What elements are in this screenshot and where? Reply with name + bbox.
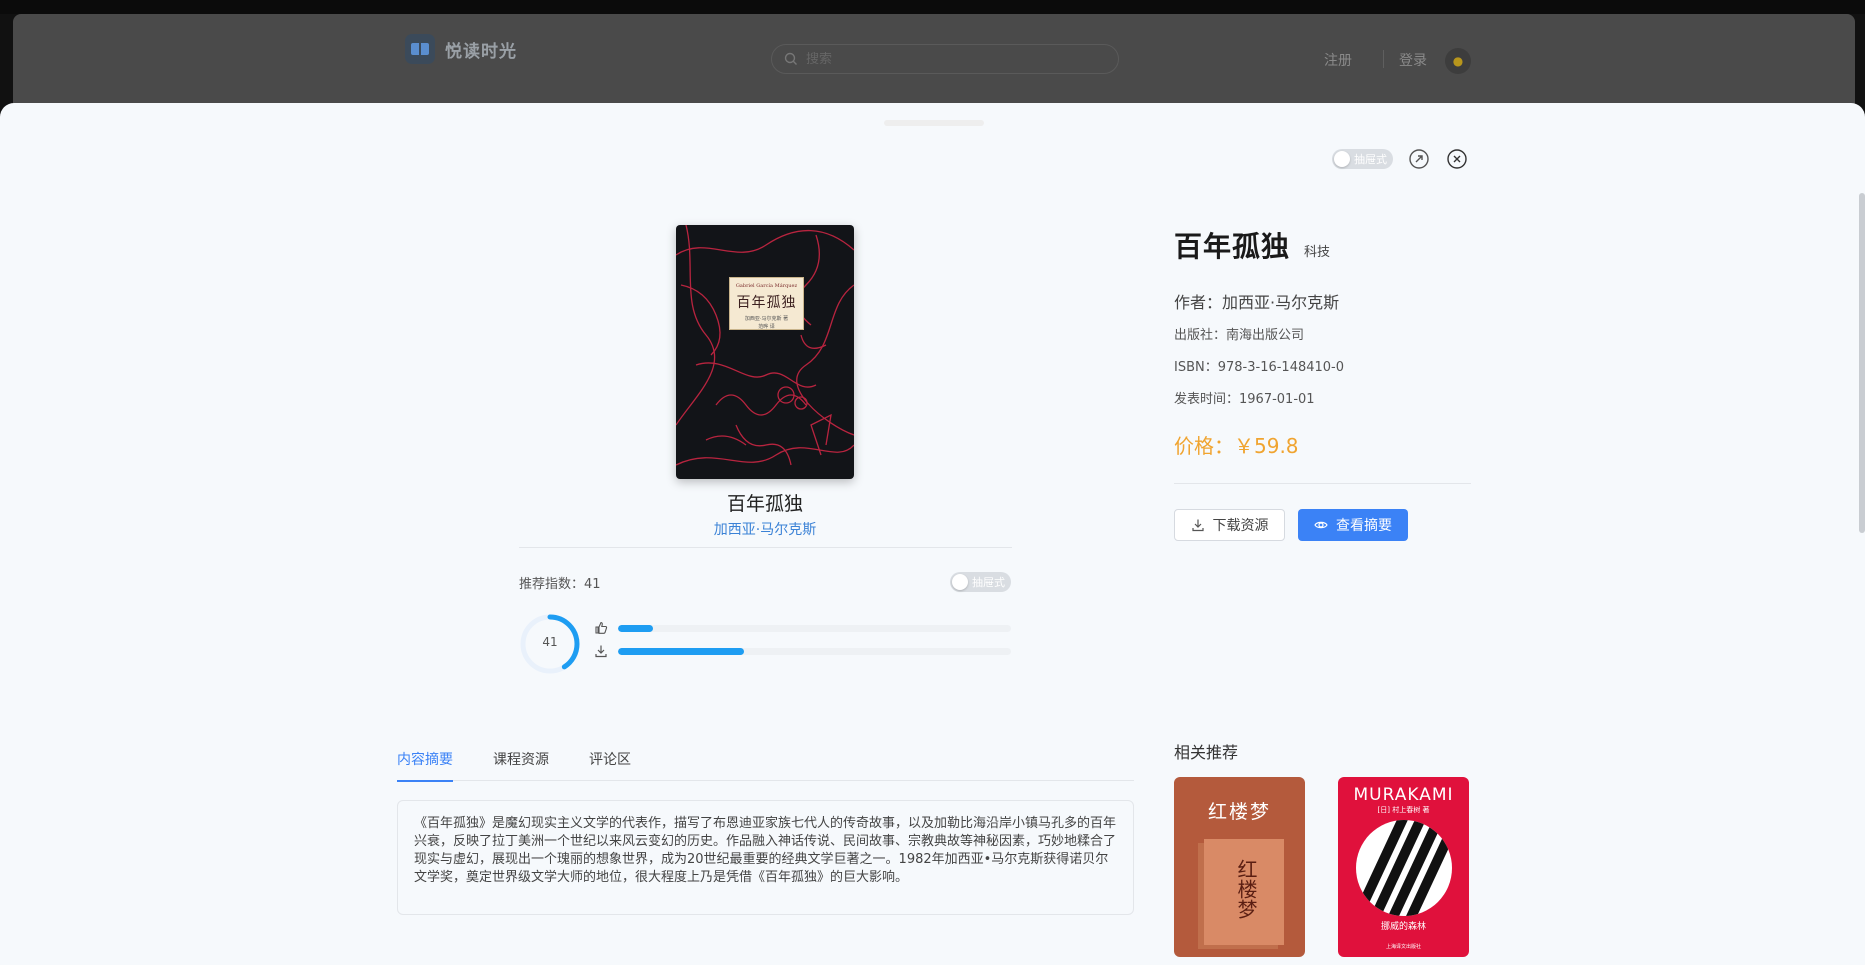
related-book-card[interactable]: MURAKAMI [日] 村上春树 著 挪威的森林 上海译文出版社 bbox=[1338, 777, 1469, 957]
download-icon bbox=[1191, 519, 1204, 532]
cover-translator: 范晔 译 bbox=[758, 324, 775, 330]
downloads-bar-row bbox=[594, 644, 1011, 658]
recommend-index-label: 推荐指数：41 bbox=[519, 577, 601, 592]
tab-course-resources[interactable]: 课程资源 bbox=[493, 749, 549, 780]
toggle-knob bbox=[1334, 151, 1350, 167]
tab-summary[interactable]: 内容摘要 bbox=[397, 749, 453, 782]
publisher-line: 出版社：南海出版公司 bbox=[1174, 328, 1305, 343]
content-tabs: 内容摘要 课程资源 评论区 bbox=[397, 739, 1134, 782]
book-title: 百年孤独 bbox=[726, 493, 803, 515]
related-book-title: MURAKAMI bbox=[1353, 785, 1454, 805]
related-book-name: 挪威的森林 bbox=[1380, 922, 1426, 932]
cover-pattern bbox=[676, 225, 854, 466]
nav-divider bbox=[1383, 50, 1384, 68]
book-detail-modal: 抽屉式 Gabriel García Márquez 百年孤独 加西亚·马尔克斯… bbox=[0, 103, 1865, 965]
thumbs-up-icon bbox=[595, 621, 608, 634]
related-book-publisher: 上海译文出版社 bbox=[1385, 944, 1421, 950]
toggle-label: 抽屉式 bbox=[972, 576, 1005, 589]
related-book-title: 红楼梦 bbox=[1207, 801, 1271, 823]
author-line: 作者：加西亚·马尔克斯 bbox=[1174, 293, 1340, 312]
drawer-mode-toggle[interactable]: 抽屉式 bbox=[1332, 149, 1393, 169]
related-book-card[interactable]: 红楼梦 红楼梦 bbox=[1174, 777, 1305, 957]
book-heading: 百年孤独 科技 bbox=[1174, 225, 1330, 265]
cover-title-plate: Gabriel García Márquez 百年孤独 加西亚·马尔克斯 著 范… bbox=[729, 277, 804, 330]
price: 价格：￥59.8 bbox=[1174, 434, 1299, 458]
app-header: 悦读时光 注册 登录 ● bbox=[13, 14, 1855, 114]
login-link[interactable]: 登录 bbox=[1399, 50, 1427, 70]
related-heading: 相关推荐 bbox=[1174, 743, 1239, 762]
summary-text: 《百年孤独》是魔幻现实主义文学的代表作，描写了布恩迪亚家族七代人的传奇故事，以及… bbox=[397, 800, 1134, 915]
download-resource-button[interactable]: 下载资源 bbox=[1174, 509, 1285, 541]
view-summary-label: 查看摘要 bbox=[1336, 518, 1392, 534]
book-cover: Gabriel García Márquez 百年孤独 加西亚·马尔克斯 著 范… bbox=[676, 225, 854, 479]
book-heading-title: 百年孤独 bbox=[1174, 230, 1291, 263]
drag-handle[interactable] bbox=[884, 120, 984, 126]
book-author-link[interactable]: 加西亚·马尔克斯 bbox=[620, 519, 910, 539]
theme-toggle-button[interactable]: ● bbox=[1445, 48, 1471, 74]
download-icon bbox=[595, 645, 607, 658]
likes-bar bbox=[618, 624, 1011, 632]
divider bbox=[519, 547, 1012, 548]
close-icon[interactable] bbox=[1446, 148, 1468, 170]
download-resource-label: 下载资源 bbox=[1212, 518, 1269, 534]
search-icon bbox=[784, 52, 797, 65]
cover-title: 百年孤独 bbox=[736, 295, 797, 311]
open-external-icon[interactable] bbox=[1408, 148, 1430, 170]
publish-date-line: 发表时间：1967-01-01 bbox=[1174, 392, 1315, 407]
downloads-bar-fill bbox=[618, 647, 744, 655]
divider bbox=[1174, 483, 1471, 484]
eye-icon bbox=[1314, 521, 1328, 529]
window-top-edge bbox=[0, 0, 1865, 14]
search-box[interactable] bbox=[771, 44, 1119, 74]
book-logo-icon bbox=[405, 34, 435, 64]
cover-author-cn: 加西亚·马尔克斯 著 bbox=[744, 316, 789, 322]
register-link[interactable]: 注册 bbox=[1324, 50, 1352, 70]
likes-bar-row bbox=[594, 621, 1011, 635]
downloads-bar bbox=[618, 647, 1011, 655]
scrollbar[interactable] bbox=[1859, 193, 1865, 533]
cover-author-en: Gabriel García Márquez bbox=[735, 283, 798, 289]
toggle-label: 抽屉式 bbox=[1354, 153, 1387, 166]
cover-art bbox=[1356, 820, 1452, 916]
stats-drawer-toggle[interactable]: 抽屉式 bbox=[950, 572, 1011, 592]
search-input[interactable] bbox=[806, 51, 1086, 67]
sun-icon: ● bbox=[1452, 54, 1464, 68]
likes-bar-fill bbox=[618, 624, 654, 632]
book-category: 科技 bbox=[1304, 245, 1331, 260]
toggle-knob bbox=[952, 574, 968, 590]
isbn-line: ISBN：978-3-16-148410-0 bbox=[1174, 360, 1345, 375]
related-book-spine: 红楼梦 bbox=[1234, 859, 1258, 919]
app-logo[interactable]: 悦读时光 bbox=[405, 34, 517, 64]
app-name: 悦读时光 bbox=[445, 41, 517, 62]
score-value: 41 bbox=[542, 635, 558, 649]
related-book-author: [日] 村上春树 著 bbox=[1377, 806, 1430, 814]
tab-comments[interactable]: 评论区 bbox=[589, 749, 631, 780]
view-summary-button[interactable]: 查看摘要 bbox=[1298, 509, 1408, 541]
